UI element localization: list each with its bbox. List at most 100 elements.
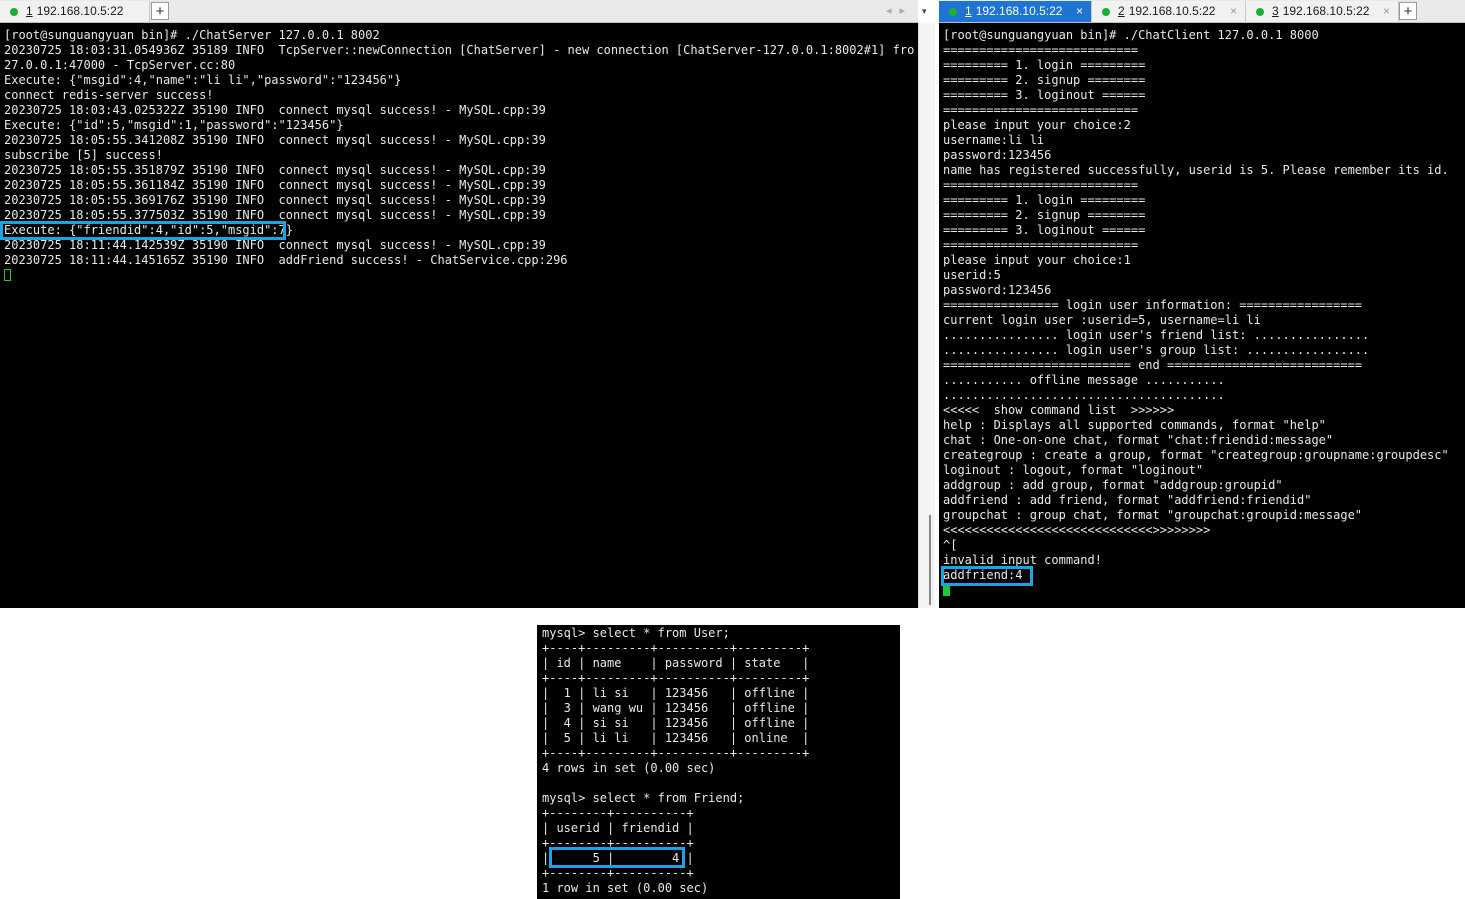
terminal-line: ================ login user information:… [943,298,1363,312]
terminal-line: please input your choice:2 [943,118,1131,132]
terminal-line: +----+---------+----------+---------+ [542,671,810,685]
client-terminal-pane: 1 192.168.10.5:22 × 2 192.168.10.5:22 × 31… [939,0,1465,608]
terminal-line: | userid | friendid | [542,821,694,835]
terminal-line: | id | name | password | state | [542,656,810,670]
terminal-line: ========= 2. signup ======== [943,208,1146,222]
terminal-line: groupchat : group chat, format "groupcha… [943,508,1363,522]
terminal-line: =========================== [943,103,1139,117]
terminal-line: connect redis-server success! [4,88,214,102]
terminal-line: 20230725 18:03:43.025322Z 35190 INFO con… [4,103,546,117]
left-pane-scrollbar[interactable] [918,23,935,608]
terminal-line: +--------+----------+ [542,806,694,820]
terminal-line: password:123456 [943,148,1052,162]
terminal-line: subscribe [5] success! [4,148,163,162]
highlight-box-friend-row [549,847,685,868]
terminal-line: creategroup : create a group, format "cr… [943,448,1449,462]
terminal-line: ........... offline message ........... [943,373,1225,387]
tab-list-dropdown-icon[interactable]: ▾ [922,0,927,22]
server-terminal-pane: 1 192.168.10.5:22 + ◂▸ ▾ [root@sunguangyu… [0,0,927,608]
terminal-line: ========= 2. signup ======== [943,73,1146,87]
tab-scroll-arrows-icon[interactable]: ◂▸ [886,0,913,22]
close-icon[interactable]: × [1076,1,1083,22]
highlight-box-addfriend [941,566,1033,586]
terminal-line: | 5 | li li | 123456 | online | [542,731,810,745]
right-tab-3[interactable]: 3 192.168.10.5:22 × [1246,1,1399,22]
terminal-line: 20230725 18:05:55.361184Z 35190 INFO con… [4,178,546,192]
terminal-line: addfriend : add friend, format "addfrien… [943,493,1312,507]
terminal-line: password:123456 [943,283,1052,297]
connection-status-icon [1256,8,1264,16]
terminal-line: ^[ [943,538,958,552]
add-tab-button[interactable]: + [151,2,169,20]
terminal-line: name has registered successfully, userid… [943,163,1449,177]
terminal-line: =========================== [943,238,1139,252]
tab-number: 1 [26,4,33,18]
terminal-line: ========= 3. loginout ====== [943,223,1146,237]
tab-label: 192.168.10.5:22 [1282,4,1370,18]
terminal-line: 27.0.0.1:47000 - TcpServer.cc:80 [4,58,236,72]
terminal-line: ========================== end =========… [943,358,1363,372]
terminal-line: Execute: {"id":5,"msgid":1,"password":"1… [4,118,344,132]
right-tab-bar: 1 192.168.10.5:22 × 2 192.168.10.5:22 × 31… [939,0,1465,23]
tab-label: 192.168.10.5:22 [36,4,124,18]
terminal-line: userid:5 [943,268,1001,282]
mysql-terminal-panel: mysql> select * from User; +----+--------… [537,625,900,899]
terminal-line: Execute: {"msgid":4,"name":"li li","pass… [4,73,402,87]
terminal-line: +--------+----------+ [542,866,694,880]
add-tab-button[interactable]: + [1399,2,1417,20]
terminal-line: <<<<< show command list >>>>>> [943,403,1175,417]
server-terminal-output[interactable]: [root@sunguangyuan bin]# ./ChatServer 12… [4,28,914,283]
terminal-line: <<<<<<<<<<<<<<<<<<<<<<<<<<<<<>>>>>>>> [943,523,1211,537]
terminal-line: 20230725 18:03:31.054936Z 35189 INFO Tcp… [4,43,914,57]
terminal-line: help : Displays all supported commands, … [943,418,1326,432]
highlight-box-execute [0,221,286,240]
connection-status-icon [949,8,957,16]
terminal-line: mysql> select * from User; [542,626,730,640]
terminal-line: loginout : logout, format "loginout" [943,463,1204,477]
terminal-line: ========= 1. login ========= [943,58,1146,72]
right-tab-2[interactable]: 2 192.168.10.5:22 × [1092,1,1246,22]
terminal-line: 1 row in set (0.00 sec) [542,881,709,895]
client-terminal-output[interactable]: [root@sunguangyuan bin]# ./ChatClient 12… [943,28,1461,598]
prompt-line [4,268,914,283]
terminal-line: ................ login user's group list… [943,343,1370,357]
tab-label: 192.168.10.5:22 [975,4,1063,18]
terminal-line: =========================== [943,43,1139,57]
tab-label: 192.168.10.5:22 [1128,4,1216,18]
terminal-line: 20230725 18:11:44.145165Z 35190 INFO add… [4,253,568,267]
terminal-line: [root@sunguangyuan bin]# ./ChatServer 12… [4,28,380,42]
left-tab-1[interactable]: 1 192.168.10.5:22 [0,1,150,22]
left-tab-bar: 1 192.168.10.5:22 + ◂▸ ▾ [0,0,927,23]
terminal-line: | 3 | wang wu | 123456 | offline | [542,701,810,715]
close-icon[interactable]: × [1230,1,1237,22]
terminal-line: mysql> select * from Friend; [542,791,745,805]
tab-number: 2 [1118,4,1125,18]
terminal-line: | 1 | li si | 123456 | offline | [542,686,810,700]
terminal-line: 20230725 18:05:55.369176Z 35190 INFO con… [4,193,546,207]
terminal-line: 20230725 18:11:44.142539Z 35190 INFO con… [4,238,546,252]
terminal-line: username:li li [943,133,1045,147]
tab-number: 3 [1272,4,1279,18]
terminal-line: chat : One-on-one chat, format "chat:fri… [943,433,1334,447]
terminal-line: | 4 | si si | 123456 | offline | [542,716,810,730]
terminal-line: current login user :userid=5, username=l… [943,313,1261,327]
connection-status-icon [10,8,18,16]
terminal-cursor [4,269,11,281]
terminal-line: ========= 1. login ========= [943,193,1146,207]
tab-number: 1 [965,4,972,18]
terminal-line: +----+---------+----------+---------+ [542,641,810,655]
scrollbar-thumb[interactable] [929,515,931,605]
terminal-line: 20230725 18:05:55.351879Z 35190 INFO con… [4,163,546,177]
right-tab-1[interactable]: 1 192.168.10.5:22 × [939,1,1092,22]
terminal-line: please input your choice:1 [943,253,1131,267]
close-icon[interactable]: × [1383,1,1390,22]
terminal-line: =========================== [943,178,1139,192]
terminal-line: ========= 3. loginout ====== [943,88,1146,102]
terminal-line: 4 rows in set (0.00 sec) [542,761,716,775]
terminal-line: [root@sunguangyuan bin]# ./ChatClient 12… [943,28,1319,42]
terminal-line: addgroup : add group, format "addgroup:g… [943,478,1283,492]
connection-status-icon [1102,8,1110,16]
terminal-line: 20230725 18:05:55.341208Z 35190 INFO con… [4,133,546,147]
terminal-line: ....................................... [943,388,1225,402]
